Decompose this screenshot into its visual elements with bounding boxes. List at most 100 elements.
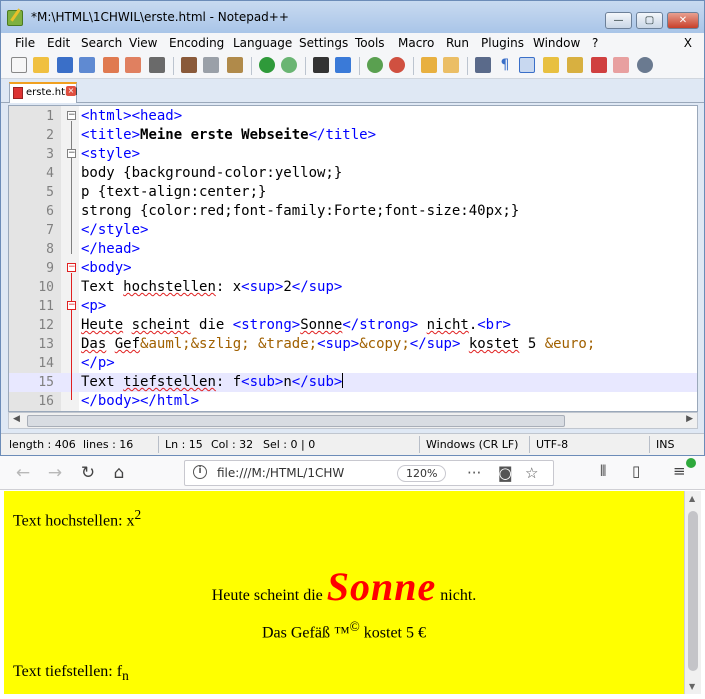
page-actions-icon[interactable]: ··· bbox=[467, 464, 481, 482]
sidebar-icon[interactable]: ▯ bbox=[632, 462, 640, 480]
scroll-down-icon[interactable]: ▼ bbox=[689, 682, 695, 691]
address-bar[interactable]: i file:///M:/HTML/1CHWIL/erste.html 120%… bbox=[184, 460, 554, 486]
code-text[interactable]: Das Gef&auml;&szlig; &trade;<sup>&copy;<… bbox=[81, 335, 595, 354]
word-wrap-icon[interactable] bbox=[475, 57, 491, 73]
code-line[interactable]: 6 strong {color:red;font-family:Forte;fon… bbox=[9, 202, 697, 221]
function-list-icon[interactable] bbox=[591, 57, 607, 73]
code-line[interactable]: 11 <p> bbox=[9, 297, 697, 316]
undo-icon[interactable] bbox=[259, 57, 275, 73]
new-file-icon[interactable] bbox=[11, 57, 27, 73]
code-line[interactable]: 16 </body></html> bbox=[9, 392, 697, 411]
tab-erste-html[interactable]: erste.html × bbox=[9, 82, 78, 103]
sync-horizontal-icon[interactable] bbox=[443, 57, 459, 73]
code-line[interactable]: 5 p {text-align:center;} bbox=[9, 183, 697, 202]
back-arrow-icon[interactable]: ← bbox=[12, 462, 34, 484]
code-line[interactable]: 14 </p> bbox=[9, 354, 697, 373]
code-line[interactable]: 7 </style> bbox=[9, 221, 697, 240]
code-line[interactable]: 3 <style> bbox=[9, 145, 697, 164]
user-defined-language-icon[interactable] bbox=[543, 57, 559, 73]
find-icon[interactable] bbox=[313, 57, 329, 73]
zoom-out-icon[interactable] bbox=[389, 57, 405, 73]
zoom-level-badge[interactable]: 120% bbox=[397, 465, 447, 482]
menu-view[interactable]: View bbox=[129, 36, 157, 50]
replace-icon[interactable] bbox=[335, 57, 351, 73]
code-line[interactable]: 8 </head> bbox=[9, 240, 697, 259]
url-text[interactable]: file:///M:/HTML/1CHWIL/erste.html bbox=[217, 466, 345, 480]
bookmark-star-icon[interactable]: ☆ bbox=[525, 464, 538, 482]
save-icon[interactable] bbox=[57, 57, 73, 73]
menu-help[interactable]: ? bbox=[592, 36, 598, 50]
home-icon[interactable]: ⌂ bbox=[108, 462, 130, 484]
code-text[interactable]: Heute scheint die <strong>Sonne</strong>… bbox=[81, 316, 511, 335]
menu-encoding[interactable]: Encoding bbox=[169, 36, 224, 50]
code-text[interactable]: </p> bbox=[81, 354, 115, 373]
scroll-up-icon[interactable]: ▲ bbox=[689, 494, 695, 503]
hamburger-menu-icon[interactable]: ≡ bbox=[673, 462, 686, 480]
print-icon[interactable] bbox=[149, 57, 165, 73]
pocket-icon[interactable]: ◙ bbox=[498, 464, 513, 482]
open-folder-icon[interactable] bbox=[33, 57, 49, 73]
monitoring-icon[interactable] bbox=[637, 57, 653, 73]
code-text[interactable]: Text tiefstellen: f<sub>n</sub> bbox=[81, 373, 344, 392]
menu-edit[interactable]: Edit bbox=[47, 36, 70, 50]
minimize-button[interactable]: — bbox=[605, 12, 632, 29]
horizontal-scrollbar[interactable]: ◀ ▶ bbox=[8, 412, 698, 429]
menu-window[interactable]: Window bbox=[533, 36, 580, 50]
fold-toggle-icon[interactable]: − bbox=[67, 111, 76, 120]
code-line[interactable]: 2 <title>Meine erste Webseite</title> bbox=[9, 126, 697, 145]
code-text[interactable]: Text hochstellen: x<sup>2</sup> bbox=[81, 278, 342, 297]
library-icon[interactable]: ⫴ bbox=[600, 462, 606, 480]
menu-search[interactable]: Search bbox=[81, 36, 122, 50]
tab-close-icon[interactable]: × bbox=[66, 86, 76, 96]
menu-language[interactable]: Language bbox=[233, 36, 292, 50]
menu-tools[interactable]: Tools bbox=[355, 36, 385, 50]
scroll-thumb[interactable] bbox=[27, 415, 565, 427]
zoom-in-icon[interactable] bbox=[367, 57, 383, 73]
indent-guide-icon[interactable] bbox=[519, 57, 535, 73]
save-all-icon[interactable] bbox=[79, 57, 95, 73]
code-line[interactable]: 15 Text tiefstellen: f<sub>n</sub> bbox=[9, 373, 697, 392]
close-file-icon[interactable] bbox=[103, 57, 119, 73]
fold-toggle-icon[interactable]: − bbox=[67, 149, 76, 158]
maximize-button[interactable]: ▢ bbox=[636, 12, 663, 29]
code-line[interactable]: 9 <body> bbox=[9, 259, 697, 278]
code-text[interactable]: <title>Meine erste Webseite</title> bbox=[81, 126, 376, 145]
code-text[interactable]: <body> bbox=[81, 259, 132, 278]
redo-icon[interactable] bbox=[281, 57, 297, 73]
fold-toggle-icon[interactable]: − bbox=[67, 263, 76, 272]
code-text[interactable]: <html><head> bbox=[81, 107, 182, 126]
vertical-scrollbar[interactable]: ▲ ▼ bbox=[684, 491, 701, 694]
code-text[interactable]: <p> bbox=[81, 297, 106, 316]
scroll-right-icon[interactable]: ▶ bbox=[686, 414, 693, 424]
copy-icon[interactable] bbox=[203, 57, 219, 73]
menu-plugins[interactable]: Plugins bbox=[481, 36, 524, 50]
code-text[interactable]: <style> bbox=[81, 145, 140, 164]
scroll-thumb[interactable] bbox=[688, 511, 698, 671]
reload-icon[interactable]: ↻ bbox=[77, 462, 99, 484]
fold-toggle-icon[interactable]: − bbox=[67, 301, 76, 310]
code-line[interactable]: 10 Text hochstellen: x<sup>2</sup> bbox=[9, 278, 697, 297]
menu-macro[interactable]: Macro bbox=[398, 36, 434, 50]
code-text[interactable]: body {background-color:yellow;} bbox=[81, 164, 342, 183]
cut-icon[interactable] bbox=[181, 57, 197, 73]
forward-arrow-icon[interactable]: → bbox=[44, 462, 66, 484]
code-line[interactable]: 13 Das Gef&auml;&szlig; &trade;<sup>&copy… bbox=[9, 335, 697, 354]
sync-vertical-icon[interactable] bbox=[421, 57, 437, 73]
code-line[interactable]: 12 Heute scheint die <strong>Sonne</stron… bbox=[9, 316, 697, 335]
menu-run[interactable]: Run bbox=[446, 36, 469, 50]
page-info-icon[interactable]: i bbox=[193, 465, 207, 479]
code-text[interactable]: strong {color:red;font-family:Forte;font… bbox=[81, 202, 519, 221]
doc-map-icon[interactable] bbox=[567, 57, 583, 73]
code-line[interactable]: 4 body {background-color:yellow;} bbox=[9, 164, 697, 183]
menu-file[interactable]: File bbox=[15, 36, 35, 50]
folder-as-workspace-icon[interactable] bbox=[613, 57, 629, 73]
code-editor[interactable]: 1 <html><head> 2 <title>Meine erste Webseit… bbox=[8, 105, 698, 412]
code-line[interactable]: 1 <html><head> bbox=[9, 107, 697, 126]
close-all-icon[interactable] bbox=[125, 57, 141, 73]
show-all-characters-icon[interactable]: ¶ bbox=[497, 57, 513, 73]
code-text[interactable]: p {text-align:center;} bbox=[81, 183, 266, 202]
code-text[interactable]: </body></html> bbox=[81, 392, 199, 411]
scroll-left-icon[interactable]: ◀ bbox=[13, 414, 20, 424]
close-window-button[interactable]: ✕ bbox=[667, 12, 699, 29]
menu-settings[interactable]: Settings bbox=[299, 36, 348, 50]
